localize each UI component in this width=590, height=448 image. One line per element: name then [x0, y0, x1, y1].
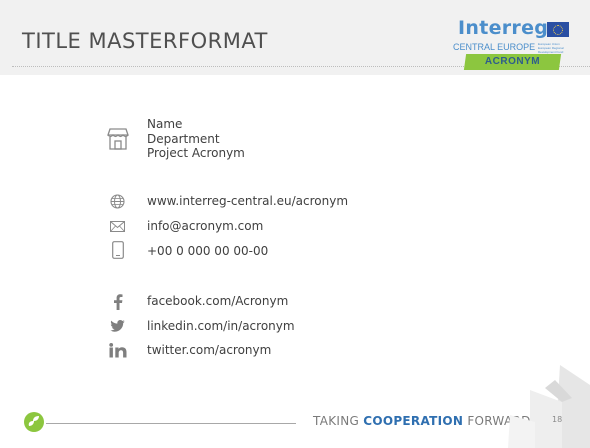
contact-name: Name	[147, 117, 183, 131]
phone-icon	[112, 241, 124, 259]
mail-icon	[110, 221, 125, 232]
email-link[interactable]: info@acronym.com	[147, 219, 263, 233]
logo-subtitle: CENTRAL EUROPE	[453, 42, 536, 52]
eu-flag-icon	[547, 22, 569, 37]
linkedin-link[interactable]: linkedin.com/in/acronym	[147, 319, 295, 333]
logo-badge-label: ACRONYM	[484, 56, 541, 67]
logo-wordmark: Interreg	[458, 17, 549, 39]
footer-tagline-highlight: COOPERATION	[363, 414, 464, 428]
contact-block: Name Department Project Acronym	[147, 117, 245, 161]
footer-tagline-prefix: TAKING	[313, 414, 364, 428]
website-link[interactable]: www.interreg-central.eu/acronym	[147, 194, 348, 208]
facebook-link[interactable]: facebook.com/Acronym	[147, 294, 288, 308]
phone-number: +00 0 000 00 00-00	[147, 244, 269, 258]
twitter-link[interactable]: twitter.com/acronym	[147, 343, 271, 357]
leaf-logo-icon	[24, 412, 44, 432]
contact-department: Department	[147, 131, 220, 146]
twitter-icon	[110, 320, 125, 332]
logo-badge: ACRONYM	[463, 54, 562, 70]
linkedin-icon	[109, 343, 127, 358]
slide-title: TITLE MASTERFORMAT	[22, 29, 268, 53]
facebook-icon	[114, 294, 123, 310]
interreg-logo: Interreg CENTRAL EUROPE European Union E…	[453, 13, 578, 73]
corner-decoration	[508, 365, 590, 448]
slide: TITLE MASTERFORMAT Interreg CENTRAL EURO…	[0, 0, 590, 448]
page-number: 18	[552, 415, 563, 424]
footer-divider-left	[46, 423, 296, 424]
store-icon	[107, 128, 129, 150]
globe-icon	[110, 194, 125, 209]
footer-tagline: TAKING COOPERATION FORWARD	[313, 414, 531, 428]
logo-tiny-text: European Union European Regional Develop…	[538, 42, 564, 54]
contact-project: Project Acronym	[147, 146, 245, 160]
